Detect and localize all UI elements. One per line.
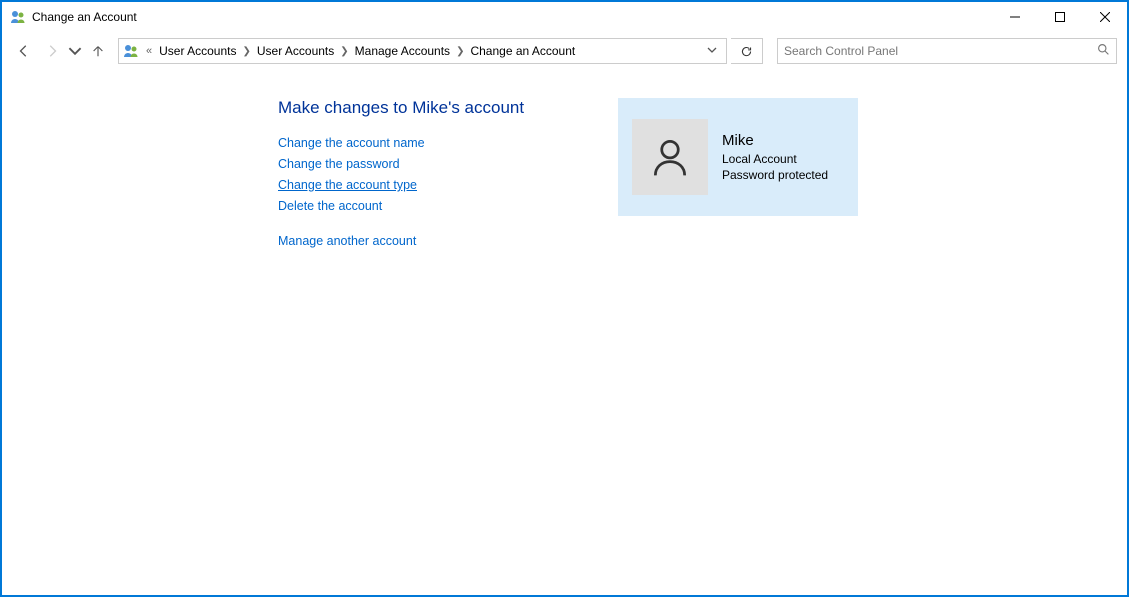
search-icon (1097, 43, 1110, 59)
breadcrumb-item[interactable]: Manage Accounts (351, 42, 454, 60)
recent-locations-button[interactable] (68, 39, 82, 63)
account-card[interactable]: Mike Local Account Password protected (618, 98, 858, 216)
search-box[interactable] (777, 38, 1117, 64)
account-status: Password protected (722, 167, 828, 183)
account-name: Mike (722, 131, 828, 151)
breadcrumb-prefix: « (143, 45, 155, 57)
manage-another-account-link[interactable]: Manage another account (278, 234, 598, 248)
chevron-right-icon: ❯ (454, 46, 466, 57)
back-button[interactable] (12, 39, 36, 63)
breadcrumb-item[interactable]: User Accounts (155, 42, 240, 60)
refresh-button[interactable] (731, 38, 763, 64)
change-password-link[interactable]: Change the password (278, 157, 598, 171)
up-button[interactable] (86, 39, 110, 63)
navigation-toolbar: « User Accounts ❯ User Accounts ❯ Manage… (2, 32, 1127, 70)
account-avatar (632, 119, 708, 195)
breadcrumb-item[interactable]: User Accounts (253, 42, 338, 60)
chevron-right-icon: ❯ (338, 46, 350, 57)
control-panel-users-icon (10, 9, 26, 25)
close-button[interactable] (1082, 2, 1127, 32)
chevron-right-icon: ❯ (241, 46, 253, 57)
search-input[interactable] (784, 44, 1097, 58)
breadcrumb-item[interactable]: Change an Account (466, 42, 579, 60)
maximize-button[interactable] (1037, 2, 1082, 32)
control-panel-users-icon (123, 43, 139, 59)
forward-button[interactable] (40, 39, 64, 63)
address-dropdown-button[interactable] (702, 45, 722, 58)
account-info: Mike Local Account Password protected (722, 131, 828, 184)
change-account-type-link[interactable]: Change the account type (278, 178, 598, 192)
page-heading: Make changes to Mike's account (278, 98, 598, 118)
address-bar[interactable]: « User Accounts ❯ User Accounts ❯ Manage… (118, 38, 727, 64)
change-account-name-link[interactable]: Change the account name (278, 136, 598, 150)
minimize-button[interactable] (992, 2, 1037, 32)
delete-account-link[interactable]: Delete the account (278, 199, 598, 213)
account-type: Local Account (722, 151, 828, 167)
window-title: Change an Account (32, 10, 137, 24)
content-area: Make changes to Mike's account Change th… (2, 70, 1127, 595)
titlebar: Change an Account (2, 2, 1127, 32)
